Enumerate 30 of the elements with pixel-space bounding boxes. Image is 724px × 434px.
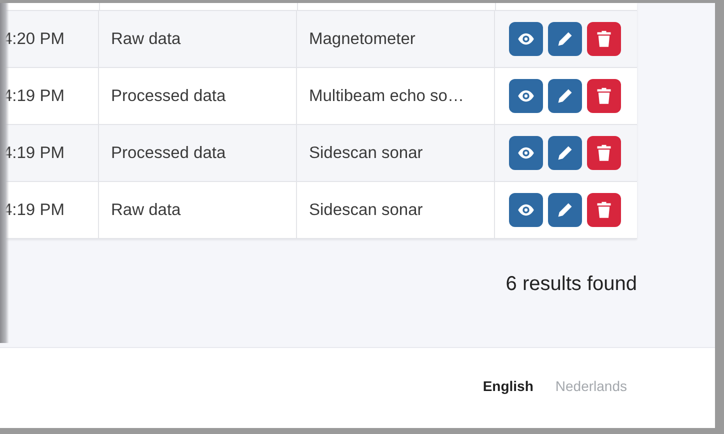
delete-button[interactable] <box>587 193 621 227</box>
pencil-icon <box>556 30 574 48</box>
view-button[interactable] <box>509 193 543 227</box>
delete-button[interactable] <box>587 22 621 56</box>
trash-icon <box>595 87 613 105</box>
edit-button[interactable] <box>548 193 582 227</box>
delete-button[interactable] <box>587 79 621 113</box>
table-cell: Processed data <box>111 144 226 162</box>
table-cell: Processed data <box>111 86 226 106</box>
view-button[interactable] <box>509 79 543 113</box>
trash-icon <box>595 30 613 48</box>
delete-button[interactable] <box>587 136 621 170</box>
table-cell: Sidescan sonar <box>309 200 423 220</box>
edit-button[interactable] <box>548 22 582 56</box>
table-cell: Multibeam echo so… <box>309 86 464 106</box>
edit-button[interactable] <box>548 136 582 170</box>
pencil-icon <box>556 201 574 219</box>
view-button[interactable] <box>509 22 543 56</box>
table-cell: Magnetometer <box>309 30 416 48</box>
trash-icon <box>595 201 613 219</box>
trash-icon <box>595 144 613 162</box>
pencil-icon <box>556 144 574 162</box>
table-cell: Raw data <box>111 30 181 48</box>
language-link[interactable]: English <box>482 378 534 394</box>
table-cell: Sidescan sonar <box>309 144 423 162</box>
pencil-icon <box>556 87 574 105</box>
edit-button[interactable] <box>548 79 582 113</box>
results-count: 6 results found <box>506 273 637 296</box>
view-button[interactable] <box>509 136 543 170</box>
table-cell: Raw data <box>111 200 181 220</box>
